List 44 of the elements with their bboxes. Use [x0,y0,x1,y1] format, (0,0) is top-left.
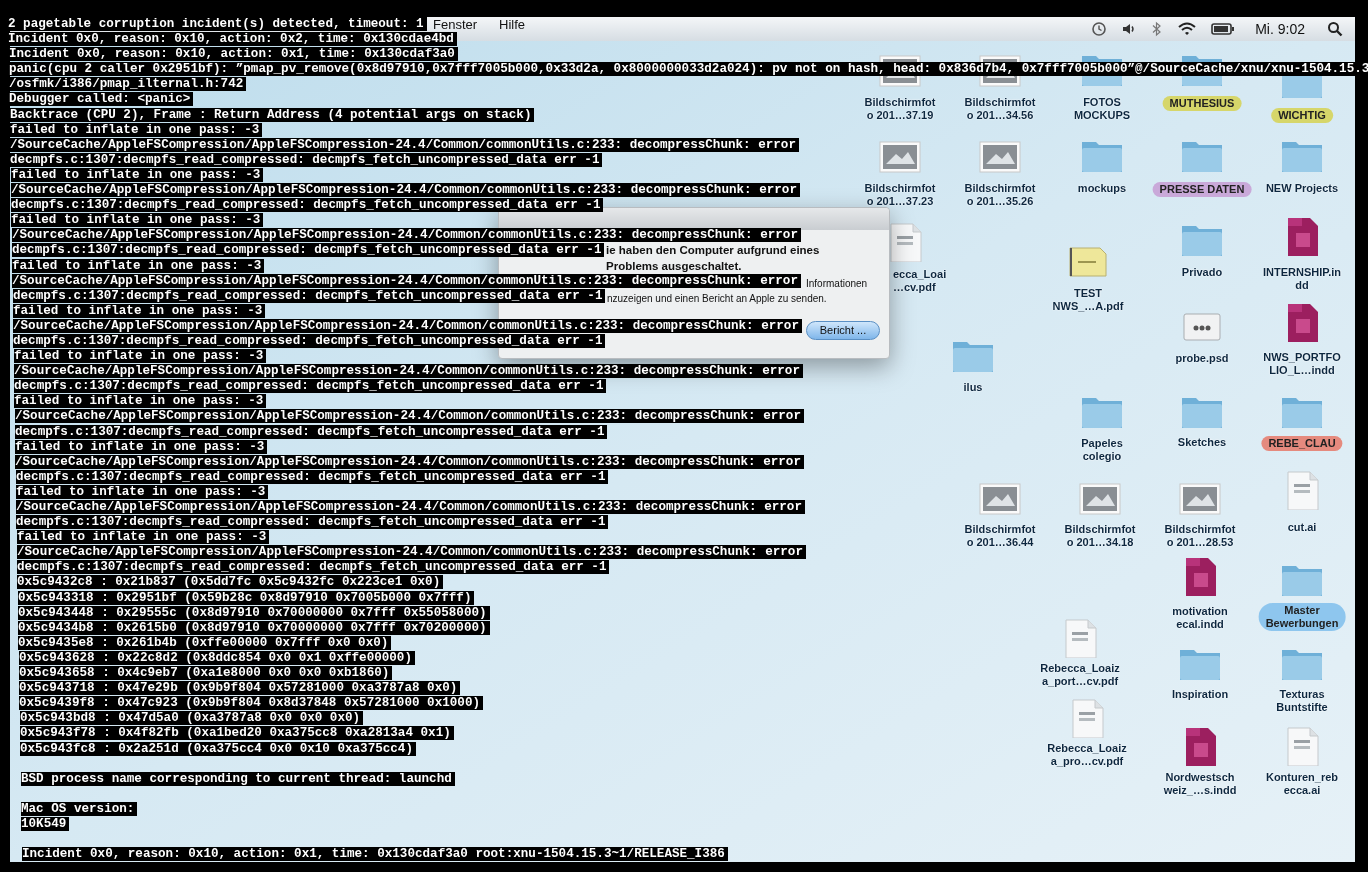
icon-label[interactable]: Bildschirmfot o 201…37.23 [864,182,936,208]
icon-label[interactable]: Master Bewerbungen [1258,603,1346,631]
icon-label[interactable]: FOTOS MOCKUPS [1073,96,1131,122]
icon-label[interactable]: PRESSE DATEN [1152,182,1252,197]
icon-label[interactable]: ecca_Loai …cv.pdf [893,268,947,294]
menu-item[interactable]: Hilfe [499,18,526,32]
icon-label[interactable]: Bildschirmfot o 201…28.53 [1164,523,1236,549]
icon-label[interactable]: Bildschirmfot o 201…37.19 [864,96,936,122]
dialog-text: Informationen [806,277,868,291]
icon-label[interactable]: Inspiration [1171,688,1229,701]
icon-label[interactable]: probe.psd [1175,352,1229,365]
icon-label[interactable]: REBE_CLAU [1261,436,1343,451]
battery-icon [1211,22,1236,36]
icon-label[interactable]: NWS_PORTFO LIO_L…indd [1263,351,1341,377]
icon-label[interactable]: Bildschirmfot o 201…34.18 [1064,523,1136,549]
icon-label[interactable]: mockups [1077,182,1127,195]
icon-label[interactable]: cut.ai [1287,521,1317,534]
icon-label[interactable]: NEW Projects [1265,182,1339,195]
dialog-text: nzuzeigen und einen Bericht an Apple zu senden. [607,292,827,306]
icon-label[interactable]: INTERNSHIP.in dd [1263,266,1341,292]
icon-label[interactable]: Texturas Buntstifte [1276,688,1328,714]
icon-label[interactable]: Bildschirmfot o 201…34.56 [964,96,1036,122]
icon-label[interactable]: Konturen_reb ecca.ai [1265,771,1339,797]
clock-text: Mi. 9:02 [1255,19,1305,39]
icon-label[interactable]: Rebecca_Loaiz a_pro…cv.pdf [1047,742,1127,768]
clock-history-icon [1091,21,1108,37]
icon-label[interactable]: Bildschirmfot o 201…36.44 [964,523,1036,549]
dialog-text: Problems ausgeschaltet. [606,259,742,274]
icon-label[interactable]: WICHTIG [1271,108,1333,123]
report-button[interactable]: Bericht ... [806,321,880,340]
icon-label[interactable]: Sketches [1177,436,1227,449]
icon-label[interactable]: Nordwestsch weiz_…s.indd [1163,771,1237,797]
icon-label[interactable]: Bildschirmfot o 201…35.26 [964,182,1036,208]
dialog-text: ie haben den Computer aufgrund eines [606,243,820,258]
icon-label[interactable]: TEST NWS_…A.pdf [1052,287,1124,313]
wifi-icon [1177,21,1198,37]
menu-item[interactable]: Fenster [433,18,478,32]
icon-label[interactable]: Rebecca_Loaiz a_port…cv.pdf [1040,662,1120,688]
search-icon [1327,21,1343,37]
icon-label[interactable]: Papeles colegio [1081,437,1123,463]
icon-label[interactable]: motivation ecal.indd [1172,605,1228,631]
icon-label[interactable]: Privado [1181,266,1223,279]
icon-label[interactable]: ilus [963,381,983,394]
icon-label[interactable]: MUTHESIUS [1162,96,1242,111]
